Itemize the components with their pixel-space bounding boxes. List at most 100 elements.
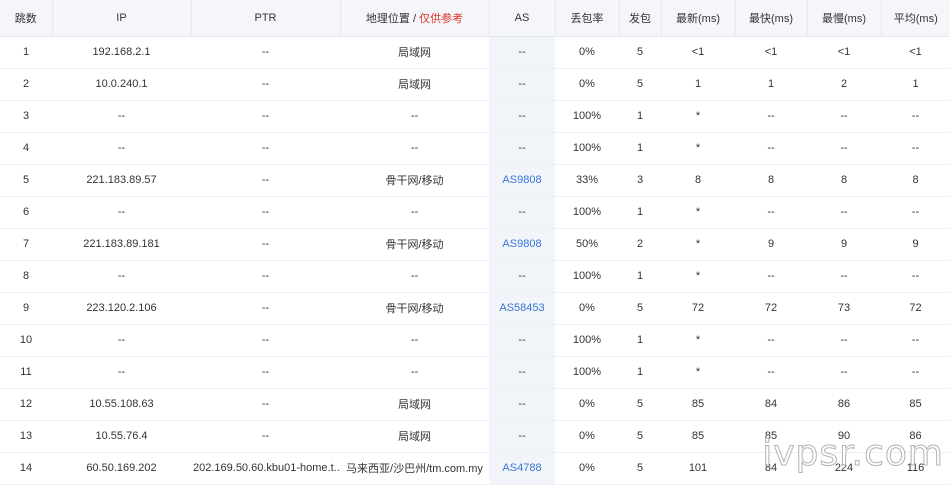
cell-best: 85	[735, 420, 807, 453]
cell-geo: 局域网	[340, 36, 489, 69]
table-row: 2 10.0.240.1 -- 局域网 -- 0% 5 1 1 2 1	[0, 68, 950, 101]
cell-sent: 5	[619, 388, 661, 421]
cell-ip: 221.183.89.57	[52, 164, 191, 197]
cell-as: --	[489, 356, 555, 389]
cell-worst: 86	[807, 388, 881, 421]
col-header-loss: 丢包率	[555, 0, 620, 37]
cell-ip: 60.50.169.202	[52, 452, 191, 485]
cell-last: 8	[661, 164, 735, 197]
col-header-sent: 发包	[619, 0, 662, 37]
cell-last: <1	[661, 36, 735, 69]
cell-best: 84	[735, 452, 807, 485]
cell-ip: 192.168.2.1	[52, 36, 191, 69]
cell-ip: 223.120.2.106	[52, 292, 191, 325]
cell-worst: --	[807, 356, 881, 389]
cell-hop: 7	[0, 228, 52, 261]
cell-ptr: --	[191, 292, 340, 325]
cell-loss: 33%	[555, 164, 619, 197]
cell-hop: 11	[0, 356, 52, 389]
table-row: 10 -- -- -- -- 100% 1 * -- -- --	[0, 324, 950, 357]
cell-sent: 2	[619, 228, 661, 261]
col-header-ptr: PTR	[191, 0, 341, 37]
as-link[interactable]: AS9808	[502, 174, 541, 186]
cell-hop: 4	[0, 132, 52, 165]
cell-as: --	[489, 388, 555, 421]
cell-ip: --	[52, 356, 191, 389]
cell-loss: 0%	[555, 36, 619, 69]
cell-as: AS9808	[489, 228, 555, 261]
cell-loss: 100%	[555, 132, 619, 165]
cell-hop: 5	[0, 164, 52, 197]
table-header: 跳数 IP PTR 地理位置 / 仅供参考 AS 丢包率 发包 最新(ms) 最…	[0, 0, 950, 37]
as-link[interactable]: AS58453	[499, 302, 544, 314]
cell-ptr: --	[191, 100, 340, 133]
cell-avg: <1	[881, 36, 950, 69]
table-row: 3 -- -- -- -- 100% 1 * -- -- --	[0, 100, 950, 133]
table-row: 8 -- -- -- -- 100% 1 * -- -- --	[0, 260, 950, 293]
cell-ptr: --	[191, 420, 340, 453]
cell-as: --	[489, 100, 555, 133]
geo-label: 地理位置	[365, 12, 410, 25]
cell-sent: 5	[619, 36, 661, 69]
cell-sent: 1	[619, 132, 661, 165]
cell-last: *	[661, 228, 735, 261]
cell-ptr: --	[191, 324, 340, 357]
cell-best: <1	[735, 36, 807, 69]
cell-avg: 9	[881, 228, 950, 261]
table-row: 1 192.168.2.1 -- 局域网 -- 0% 5 <1 <1 <1 <1	[0, 36, 950, 69]
cell-geo: --	[340, 100, 489, 133]
cell-ptr: 202.169.50.60.kbu01-home.t...	[191, 452, 340, 485]
cell-hop: 10	[0, 324, 52, 357]
cell-best: --	[735, 260, 807, 293]
cell-loss: 100%	[555, 100, 619, 133]
col-header-avg: 平均(ms)	[881, 0, 950, 37]
cell-ip: 10.55.76.4	[52, 420, 191, 453]
col-header-ip: IP	[52, 0, 192, 37]
cell-loss: 50%	[555, 228, 619, 261]
cell-worst: 9	[807, 228, 881, 261]
cell-worst: --	[807, 324, 881, 357]
cell-last: 72	[661, 292, 735, 325]
cell-geo: 局域网	[340, 388, 489, 421]
col-header-as: AS	[489, 0, 556, 37]
cell-worst: 224	[807, 452, 881, 485]
cell-sent: 1	[619, 260, 661, 293]
cell-ip: 221.183.89.181	[52, 228, 191, 261]
table-body: 1 192.168.2.1 -- 局域网 -- 0% 5 <1 <1 <1 <1 2 10.0.240.…	[0, 36, 950, 485]
cell-best: 9	[735, 228, 807, 261]
cell-loss: 0%	[555, 452, 619, 485]
cell-loss: 0%	[555, 420, 619, 453]
col-header-last: 最新(ms)	[661, 0, 736, 37]
cell-last: 101	[661, 452, 735, 485]
cell-loss: 100%	[555, 196, 619, 229]
cell-avg: 1	[881, 68, 950, 101]
traceroute-table: 跳数 IP PTR 地理位置 / 仅供参考 AS 丢包率 发包 最新(ms) 最…	[0, 0, 950, 485]
cell-hop: 13	[0, 420, 52, 453]
cell-last: 85	[661, 388, 735, 421]
cell-geo: --	[340, 196, 489, 229]
cell-sent: 5	[619, 68, 661, 101]
cell-ptr: --	[191, 388, 340, 421]
cell-avg: --	[881, 132, 950, 165]
cell-sent: 5	[619, 420, 661, 453]
cell-ip: --	[52, 132, 191, 165]
cell-worst: 90	[807, 420, 881, 453]
cell-avg: --	[881, 356, 950, 389]
cell-geo: 局域网	[340, 420, 489, 453]
table-row: 11 -- -- -- -- 100% 1 * -- -- --	[0, 356, 950, 389]
cell-last: *	[661, 100, 735, 133]
cell-last: *	[661, 196, 735, 229]
cell-ptr: --	[191, 260, 340, 293]
cell-as: --	[489, 324, 555, 357]
cell-ptr: --	[191, 68, 340, 101]
cell-loss: 100%	[555, 324, 619, 357]
cell-as: --	[489, 36, 555, 69]
cell-ip: 10.0.240.1	[52, 68, 191, 101]
cell-last: 1	[661, 68, 735, 101]
cell-last: *	[661, 260, 735, 293]
as-link[interactable]: AS9808	[502, 238, 541, 250]
cell-ip: --	[52, 100, 191, 133]
as-link[interactable]: AS4788	[502, 462, 541, 474]
cell-hop: 3	[0, 100, 52, 133]
cell-last: *	[661, 324, 735, 357]
